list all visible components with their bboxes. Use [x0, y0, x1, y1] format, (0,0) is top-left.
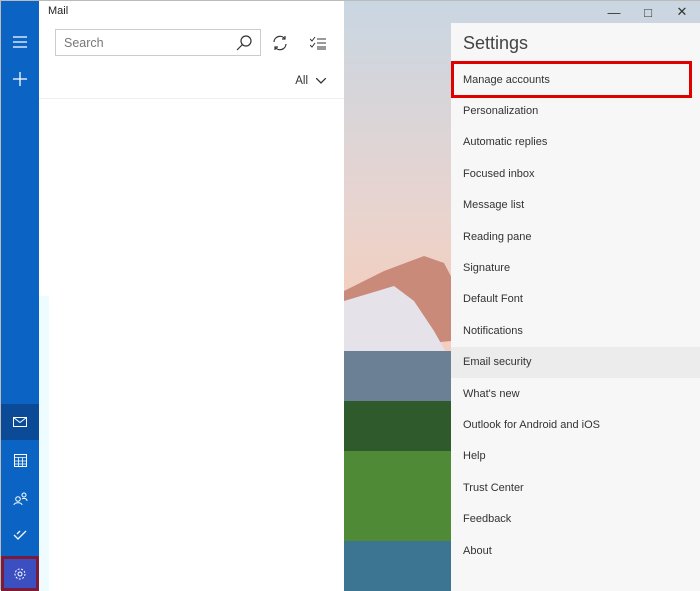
settings-item-about[interactable]: About — [451, 535, 700, 566]
settings-item-help[interactable]: Help — [451, 441, 700, 472]
settings-item-manage-accounts[interactable]: Manage accounts — [451, 61, 692, 98]
settings-item-focused-inbox[interactable]: Focused inbox — [451, 158, 700, 189]
settings-item-personalization[interactable]: Personalization — [451, 95, 700, 126]
sidebar — [1, 1, 39, 591]
new-mail-plus-icon[interactable] — [1, 61, 39, 97]
mail-icon[interactable] — [1, 404, 39, 440]
settings-item-feedback[interactable]: Feedback — [451, 504, 700, 535]
app-title: Mail — [48, 5, 69, 17]
maximize-button[interactable]: □ — [631, 1, 665, 23]
settings-item-default-font[interactable]: Default Font — [451, 284, 700, 315]
people-icon[interactable] — [1, 480, 39, 516]
settings-item-email-security[interactable]: Email security — [451, 346, 700, 378]
settings-item-reading-pane[interactable]: Reading pane — [451, 221, 700, 252]
divider — [39, 98, 344, 99]
settings-item-outlook-for-android-and-ios[interactable]: Outlook for Android and iOS — [451, 409, 700, 440]
settings-item-trust-center[interactable]: Trust Center — [451, 472, 700, 503]
hamburger-icon[interactable] — [1, 24, 39, 60]
selection-mode-icon[interactable] — [307, 32, 329, 54]
filter-label: All — [295, 75, 308, 87]
chevron-down-icon — [316, 78, 326, 84]
todo-icon[interactable] — [1, 517, 39, 553]
settings-item-signature[interactable]: Signature — [451, 252, 700, 283]
settings-panel: Settings Manage accounts Personalization A… — [451, 23, 700, 591]
window-controls: — □ ✕ — [597, 1, 699, 23]
settings-item-message-list[interactable]: Message list — [451, 190, 700, 221]
minimize-button[interactable]: — — [597, 1, 631, 23]
settings-gear-icon[interactable] — [1, 556, 39, 591]
search-icon[interactable] — [236, 35, 252, 51]
sidebar-edge — [39, 296, 49, 591]
close-button[interactable]: ✕ — [665, 1, 699, 23]
search-placeholder: Search — [64, 35, 104, 50]
calendar-icon[interactable] — [1, 442, 39, 478]
filter-dropdown[interactable]: All — [295, 75, 326, 87]
settings-item-automatic-replies[interactable]: Automatic replies — [451, 127, 700, 158]
settings-title: Settings — [463, 33, 529, 53]
sync-icon[interactable] — [269, 32, 291, 54]
settings-item-notifications[interactable]: Notifications — [451, 315, 700, 346]
settings-item-what-s-new[interactable]: What's new — [451, 378, 700, 409]
message-list-pane: Mail Search All — [39, 1, 344, 591]
search-input[interactable]: Search — [55, 29, 261, 56]
